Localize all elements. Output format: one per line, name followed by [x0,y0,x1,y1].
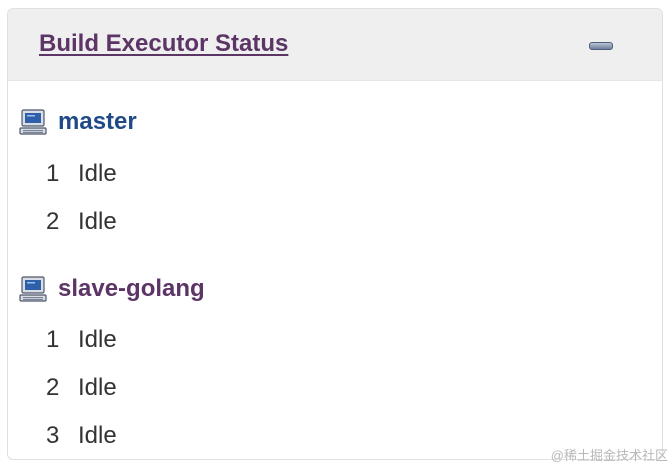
executor-status: Idle [78,208,117,235]
computer-row-master: master [18,105,137,139]
executor-status: Idle [78,326,117,353]
executor-status: Idle [78,422,117,449]
executor-number: 2 [46,208,60,235]
executor-number: 1 [46,160,60,187]
computer-row-slave-golang: slave-golang [18,272,205,306]
computer-icon [19,109,47,135]
executor-row: 2 Idle [46,207,117,237]
executor-status-panel: Build Executor Status master 1 Idle 2 Id… [7,8,663,460]
computer-icon [19,276,47,302]
computer-link-master[interactable]: master [58,108,137,136]
executor-number: 1 [46,326,60,353]
executor-row: 3 Idle [46,421,117,451]
executor-row: 1 Idle [46,159,117,189]
minimize-icon[interactable] [588,39,614,51]
executor-status: Idle [78,160,117,187]
executor-number: 2 [46,374,60,401]
watermark: @稀土掘金技术社区 [550,448,668,463]
executor-number: 3 [46,422,60,449]
computer-link-slave-golang[interactable]: slave-golang [58,275,205,303]
executor-row: 2 Idle [46,373,117,403]
executor-status: Idle [78,374,117,401]
panel-header: Build Executor Status [8,9,662,81]
executor-row: 1 Idle [46,325,117,355]
panel-title-link[interactable]: Build Executor Status [39,30,288,58]
